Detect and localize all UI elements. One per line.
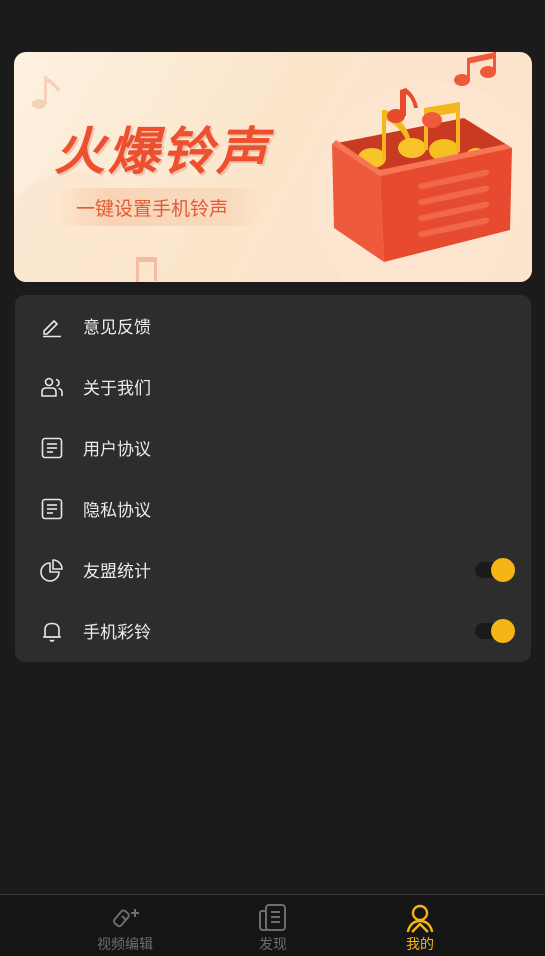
- menu-item-label: 隐私协议: [83, 501, 151, 521]
- banner-subtitle: 一键设置手机铃声: [76, 198, 229, 220]
- menu-item-user-agreement[interactable]: 用户协议: [15, 417, 531, 478]
- document-icon: [41, 498, 63, 520]
- menu-item-privacy-policy[interactable]: 隐私协议: [15, 478, 531, 539]
- video-edit-icon: [113, 909, 139, 928]
- users-icon: [41, 377, 63, 397]
- edit-icon: [43, 320, 61, 338]
- toggle-knob: [491, 558, 515, 582]
- phone-ringback-toggle[interactable]: [475, 619, 515, 643]
- nav-label: 发现: [259, 937, 287, 953]
- menu-item-phone-ringback: 手机彩铃: [15, 600, 531, 661]
- document-icon: [41, 437, 63, 459]
- banner-title: 火爆铃声: [54, 123, 271, 182]
- menu-item-label: 手机彩铃: [83, 623, 151, 643]
- ringtone-banner[interactable]: 火爆铃声 一键设置手机铃声: [14, 52, 532, 282]
- bell-icon: [43, 622, 61, 642]
- menu-item-label: 意见反馈: [83, 318, 151, 338]
- menu-item-label: 用户协议: [83, 440, 151, 460]
- music-note-icon: [454, 52, 496, 86]
- nav-label: 视频编辑: [97, 937, 153, 953]
- settings-menu: 意见反馈 关于我们 用户协议 隐私协议 友盟统计 手机彩铃: [15, 295, 531, 662]
- nav-item-profile[interactable]: 我的: [360, 895, 480, 956]
- menu-item-label: 友盟统计: [83, 562, 151, 582]
- profile-page: 火爆铃声 一键设置手机铃声 意见反馈 关于我们 用户协议 隐私协议 友盟统计 手…: [0, 0, 545, 956]
- menu-item-umeng-stats: 友盟统计: [15, 539, 531, 600]
- pie-chart-icon: [40, 559, 63, 582]
- nav-item-discover[interactable]: 发现: [213, 895, 333, 956]
- profile-icon: [406, 904, 434, 933]
- bottom-nav: 视频编辑 发现 我的: [0, 894, 545, 956]
- toggle-knob: [491, 619, 515, 643]
- menu-item-label: 关于我们: [83, 379, 151, 399]
- discover-icon: [259, 904, 286, 931]
- nav-item-video-edit[interactable]: 视频编辑: [65, 895, 185, 956]
- music-note-icon: [32, 76, 60, 109]
- menu-item-about-us[interactable]: 关于我们: [15, 356, 531, 417]
- umeng-stats-toggle[interactable]: [475, 558, 515, 582]
- nav-label: 我的: [406, 937, 434, 953]
- menu-item-feedback[interactable]: 意见反馈: [15, 295, 531, 356]
